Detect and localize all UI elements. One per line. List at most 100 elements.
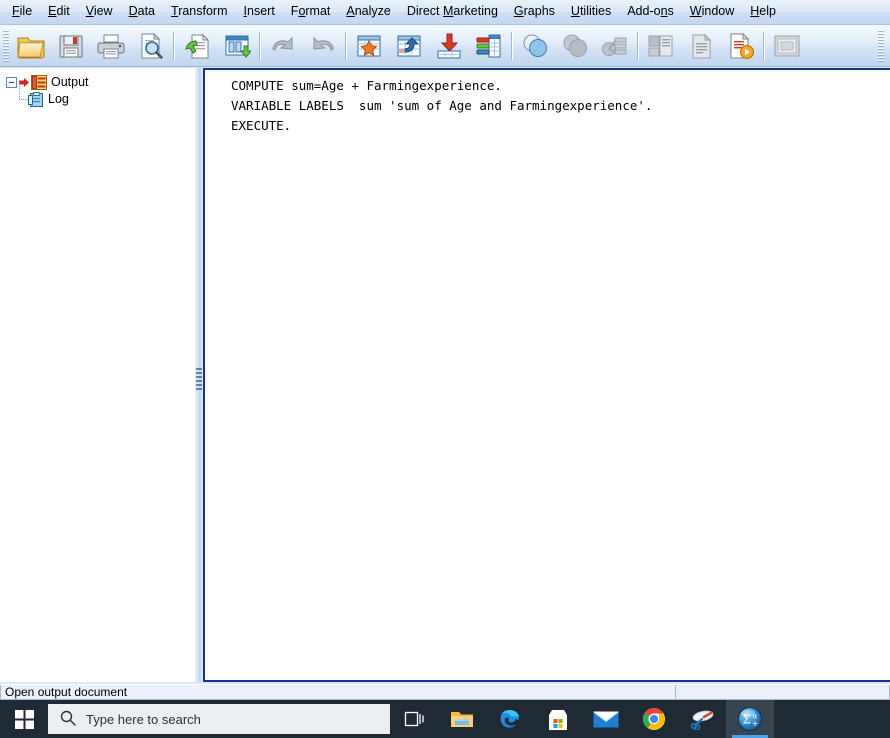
- output-document-icon: [31, 75, 47, 90]
- chrome-icon: [642, 707, 665, 730]
- outline-tree: Output Log: [0, 68, 194, 108]
- status-message: Open output document: [0, 685, 676, 700]
- menu-item-data[interactable]: Data: [121, 2, 163, 22]
- start-button[interactable]: [0, 700, 48, 738]
- toolbar-grip-right[interactable]: [878, 29, 884, 62]
- export-icon: [225, 35, 251, 58]
- recall-dialog-icon: [185, 33, 210, 58]
- open-file-icon: [17, 37, 45, 58]
- taskbar-snipping-tool-button[interactable]: [678, 700, 726, 738]
- taskbar-chrome-button[interactable]: [630, 700, 678, 738]
- spss-icon: Σ α +: [738, 707, 762, 731]
- split-file-icon: [602, 37, 627, 56]
- menu-item-format[interactable]: Format: [283, 2, 339, 22]
- toolbar-grip-left[interactable]: [3, 29, 9, 62]
- toolbar-button-run-script[interactable]: [721, 26, 761, 66]
- tree-item-output[interactable]: Output: [6, 74, 194, 91]
- menu-item-help[interactable]: Help: [742, 2, 784, 22]
- menu-item-insert[interactable]: Insert: [236, 2, 283, 22]
- spss-viewer-window: File Edit View Data Transform Insert For…: [0, 0, 890, 700]
- toolbar-button-variables[interactable]: [469, 26, 509, 66]
- menu-item-transform[interactable]: Transform: [163, 2, 236, 22]
- toolbar-button-export[interactable]: [217, 26, 257, 66]
- outline-pane[interactable]: Output Log: [0, 68, 195, 682]
- goto-case-icon: [357, 35, 381, 56]
- run-script-icon: [730, 32, 754, 59]
- save-icon: [59, 35, 83, 57]
- tree-item-log[interactable]: Log: [6, 82, 194, 108]
- insert-cases-icon: [437, 33, 461, 58]
- toolbar-separator-3: [345, 31, 347, 60]
- mail-icon: [593, 711, 619, 727]
- menu-item-file[interactable]: File: [4, 2, 40, 22]
- toolbar-button-weight-cases[interactable]: [555, 26, 595, 66]
- undo-icon: [272, 36, 293, 51]
- status-cell-spacer: [676, 685, 890, 700]
- demote-icon: [692, 33, 712, 58]
- log-icon: [28, 92, 44, 107]
- promote-icon: [648, 35, 673, 56]
- menu-item-utilities[interactable]: Utilities: [563, 2, 619, 22]
- taskbar-spss-button[interactable]: Σ α +: [726, 700, 774, 738]
- toolbar-button-insert-cases[interactable]: [429, 26, 469, 66]
- menu-item-view[interactable]: View: [78, 2, 121, 22]
- toolbar-button-goto-variable[interactable]: [389, 26, 429, 66]
- toolbar-separator-4: [511, 31, 513, 60]
- variables-icon: [476, 34, 501, 57]
- menu-item-analyze[interactable]: Analyze: [338, 2, 398, 22]
- menu-item-window[interactable]: Window: [682, 2, 742, 22]
- toolbar-button-save[interactable]: [51, 26, 91, 66]
- edge-icon: [500, 710, 519, 728]
- taskbar-task-view-button[interactable]: [390, 700, 438, 738]
- menu-item-direct-marketing[interactable]: Direct Marketing: [399, 2, 506, 22]
- file-explorer-icon: [451, 711, 473, 727]
- windows-taskbar: Type here to search Σ α +: [0, 700, 890, 738]
- output-viewer-pane[interactable]: COMPUTE sum=Age + Farmingexperience. VAR…: [203, 68, 890, 682]
- print-icon: [97, 34, 125, 58]
- redo-icon: [313, 36, 334, 51]
- taskbar-mail-button[interactable]: [582, 700, 630, 738]
- toolbar-button-goto-case[interactable]: [349, 26, 389, 66]
- toolbar-button-demote[interactable]: [681, 26, 721, 66]
- toolbar-button-recall-dialog[interactable]: [177, 26, 217, 66]
- microsoft-store-icon: [549, 709, 567, 730]
- toolbar-separator-6: [763, 31, 765, 60]
- taskbar-file-explorer-button[interactable]: [438, 700, 486, 738]
- splitter-grip[interactable]: [196, 368, 202, 390]
- menu-item-edit[interactable]: Edit: [40, 2, 78, 22]
- weight-cases-icon: [563, 34, 587, 57]
- windows-logo-icon: [14, 709, 34, 729]
- toolbar-button-hide-show[interactable]: [767, 26, 807, 66]
- toolbar-button-undo[interactable]: [263, 26, 303, 66]
- tree-item-output-label: Output: [51, 75, 89, 89]
- status-bar: Open output document: [0, 684, 890, 700]
- toolbar-button-open-file[interactable]: [11, 26, 51, 66]
- output-viewer-content: COMPUTE sum=Age + Farmingexperience. VAR…: [205, 70, 890, 680]
- taskbar-edge-button[interactable]: [486, 700, 534, 738]
- toolbar-button-redo[interactable]: [303, 26, 343, 66]
- log-line-3: EXECUTE.: [231, 118, 292, 133]
- taskbar-search-input[interactable]: Type here to search: [48, 704, 390, 734]
- goto-variable-icon: [397, 35, 421, 56]
- menu-item-graphs[interactable]: Graphs: [506, 2, 563, 22]
- menu-item-add-ons[interactable]: Add-ons: [619, 2, 682, 22]
- toolbar-button-promote[interactable]: [641, 26, 681, 66]
- snipping-tool-icon: [690, 710, 713, 730]
- toolbar-button-select-cases[interactable]: [515, 26, 555, 66]
- selection-arrow-icon: [19, 77, 29, 88]
- toolbar-button-split-file[interactable]: [595, 26, 635, 66]
- svg-text:+: +: [752, 719, 759, 728]
- search-icon: [60, 710, 76, 729]
- toolbar: [0, 25, 890, 67]
- pane-splitter[interactable]: [195, 68, 203, 682]
- task-view-icon: [404, 711, 424, 727]
- taskbar-microsoft-store-button[interactable]: [534, 700, 582, 738]
- toolbar-separator-1: [173, 31, 175, 60]
- select-cases-icon: [523, 34, 547, 57]
- hide-show-icon: [774, 35, 800, 56]
- collapse-expander-icon[interactable]: [6, 77, 17, 88]
- toolbar-button-print-preview[interactable]: [131, 26, 171, 66]
- toolbar-button-print[interactable]: [91, 26, 131, 66]
- tree-item-log-label: Log: [48, 92, 69, 106]
- log-line-1: COMPUTE sum=Age + Farmingexperience.: [231, 78, 502, 93]
